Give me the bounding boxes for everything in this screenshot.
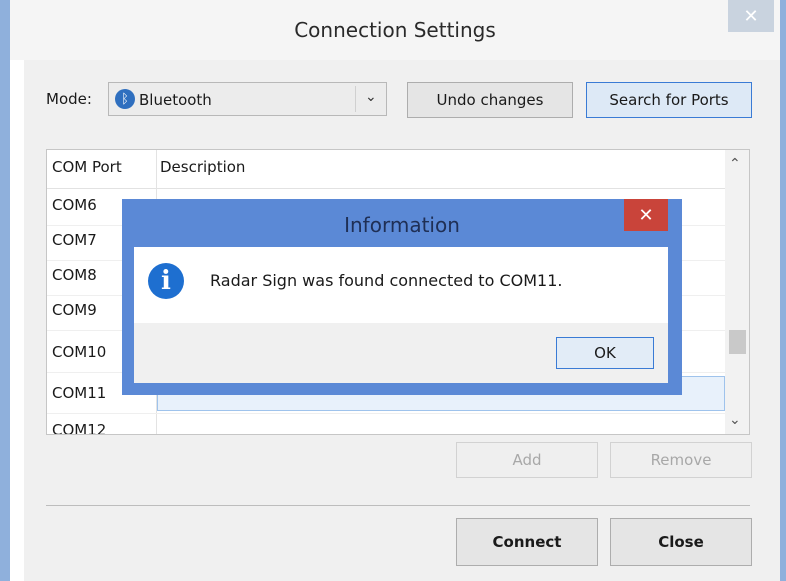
footer-divider (46, 505, 750, 506)
dialog-footer: OK (134, 323, 668, 383)
com-port-cell: COM6 (52, 196, 97, 214)
connect-button[interactable]: Connect (456, 518, 598, 566)
mode-label: Mode: (46, 90, 92, 108)
bluetooth-icon: ᛒ (115, 89, 135, 109)
select-divider (355, 86, 356, 112)
com-port-cell: COM10 (52, 343, 107, 361)
com-port-cell: COM8 (52, 266, 97, 284)
dialog-message: Radar Sign was found connected to COM11. (210, 271, 563, 290)
window-frame-left (0, 0, 10, 581)
scroll-down-icon[interactable]: ⌄ (729, 412, 741, 428)
close-icon[interactable]: ✕ (728, 0, 774, 32)
dialog-close-icon[interactable]: ✕ (624, 199, 668, 231)
information-dialog: Information ✕ i Radar Sign was found con… (122, 199, 682, 395)
window-frame-right (780, 0, 786, 581)
window-title: Connection Settings (294, 18, 496, 42)
table-header: COM Port Description (47, 150, 725, 189)
title-bar[interactable]: Connection Settings ✕ (10, 0, 780, 60)
vertical-scrollbar[interactable]: ⌃ ⌄ (725, 150, 749, 434)
mode-select[interactable]: ᛒ Bluetooth ⌄ (108, 82, 387, 116)
undo-changes-button[interactable]: Undo changes (407, 82, 573, 118)
remove-button[interactable]: Remove (610, 442, 752, 478)
column-header-com-port[interactable]: COM Port (52, 158, 122, 176)
com-port-cell: COM9 (52, 301, 97, 319)
dialog-body: i Radar Sign was found connected to COM1… (134, 247, 668, 323)
info-icon: i (148, 263, 184, 299)
mode-value: Bluetooth (139, 91, 212, 109)
column-header-description[interactable]: Description (160, 158, 245, 176)
dialog-title: Information (344, 213, 460, 237)
chevron-down-icon: ⌄ (365, 89, 377, 105)
com-port-cell: COM11 (52, 384, 107, 402)
connection-settings-window: Connection Settings ✕ Mode: ᛒ Bluetooth … (0, 0, 786, 581)
table-row[interactable]: COM12 (47, 413, 725, 435)
scrollbar-thumb[interactable] (729, 330, 746, 354)
search-for-ports-button[interactable]: Search for Ports (586, 82, 752, 118)
scroll-up-icon[interactable]: ⌃ (729, 156, 741, 172)
com-port-cell: COM7 (52, 231, 97, 249)
ok-button[interactable]: OK (556, 337, 654, 369)
add-button[interactable]: Add (456, 442, 598, 478)
close-button[interactable]: Close (610, 518, 752, 566)
com-port-cell: COM12 (52, 421, 107, 435)
